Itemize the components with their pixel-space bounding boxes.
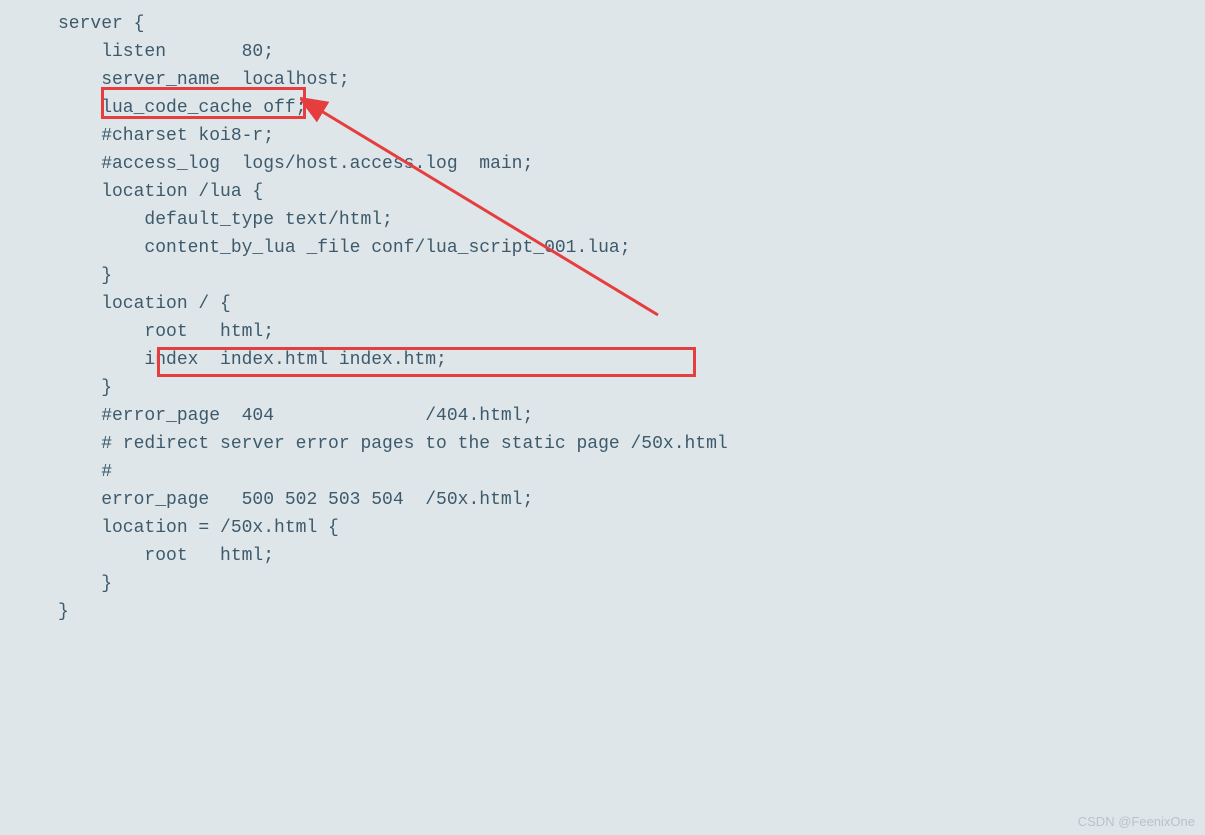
- code-line: lua_code_cache off;: [0, 94, 1205, 122]
- watermark: CSDN @FeenixOne: [1078, 814, 1195, 829]
- code-line: location / {: [0, 290, 1205, 318]
- code-line: location /lua {: [0, 178, 1205, 206]
- code-line: #access_log logs/host.access.log main;: [0, 150, 1205, 178]
- code-line: server {: [0, 10, 1205, 38]
- code-line: # redirect server error pages to the sta…: [0, 430, 1205, 458]
- code-line: default_type text/html;: [0, 206, 1205, 234]
- code-line: index index.html index.htm;: [0, 346, 1205, 374]
- code-line: listen 80;: [0, 38, 1205, 66]
- code-line: server_name localhost;: [0, 66, 1205, 94]
- code-line: root html;: [0, 542, 1205, 570]
- code-line: #: [0, 458, 1205, 486]
- code-line: root html;: [0, 318, 1205, 346]
- code-line: }: [0, 570, 1205, 598]
- code-line: error_page 500 502 503 504 /50x.html;: [0, 486, 1205, 514]
- code-line: }: [0, 598, 1205, 626]
- code-line: content_by_lua _file conf/lua_script_001…: [0, 234, 1205, 262]
- code-block: server { listen 80; server_name localhos…: [0, 0, 1205, 626]
- code-line: }: [0, 374, 1205, 402]
- code-line: location = /50x.html {: [0, 514, 1205, 542]
- code-line: #error_page 404 /404.html;: [0, 402, 1205, 430]
- code-line: }: [0, 262, 1205, 290]
- code-line: #charset koi8-r;: [0, 122, 1205, 150]
